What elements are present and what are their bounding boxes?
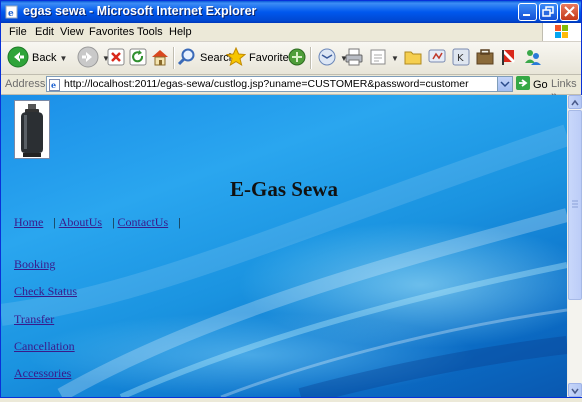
nav-separator: | [53,215,56,229]
messenger-button[interactable] [427,46,447,70]
chevron-down-icon[interactable]: ▼ [391,54,399,63]
go-arrow-icon [516,76,530,93]
vertical-scrollbar[interactable] [567,95,582,397]
top-nav: Home | AboutUs | ContactUs | [14,215,181,230]
windows-flag-icon [542,23,581,41]
side-link-item: Transfer [14,312,54,327]
printer-icon [344,47,364,70]
discuss-button[interactable] [403,46,423,70]
go-button[interactable]: Go [516,76,548,93]
research-button[interactable]: K [451,46,471,70]
address-input[interactable]: e http://localhost:2011/egas-sewa/custlo… [46,76,513,92]
menu-tools[interactable]: Tools [137,26,163,38]
stop-icon [106,47,126,70]
edit-page-icon [368,47,388,70]
tools-button[interactable] [475,46,495,70]
scroll-down-button[interactable] [568,383,582,397]
messenger-icon [427,47,447,70]
home-button[interactable] [150,46,170,70]
ie-page-icon: e [5,5,19,19]
restore-button[interactable] [539,3,558,21]
favorites-button[interactable]: Favorites [225,46,294,70]
svg-text:e: e [8,9,14,19]
address-bar: Address e http://localhost:2011/egas-sew… [1,75,581,102]
toolbar-separator [173,47,175,69]
forward-button[interactable]: ▼ [77,46,110,70]
check-status-link[interactable]: Check Status [14,284,77,298]
refresh-button[interactable] [128,46,148,70]
research-icon: K [451,47,471,70]
edit-button[interactable]: ▼ [368,46,399,70]
address-url: http://localhost:2011/egas-sewa/custlog.… [64,78,469,90]
side-link-item: Check Status [14,284,77,299]
page-content: E-Gas Sewa Home | AboutUs | ContactUs | Bo… [1,95,567,397]
nav-aboutus-link[interactable]: AboutUs [59,215,102,229]
back-label: Back [32,52,57,64]
folder-icon [403,47,423,70]
forward-arrow-icon [77,46,99,71]
cancellation-link[interactable]: Cancellation [14,339,75,353]
transfer-link[interactable]: Transfer [14,312,54,326]
svg-text:K: K [457,53,464,64]
gas-cylinder-image [14,100,50,159]
links-label: Links [551,78,577,90]
toolbox-icon [475,47,495,70]
menu-favorites[interactable]: Favorites [89,26,134,38]
title-bar[interactable]: e egas sewa - Microsoft Internet Explore… [1,1,581,23]
menu-bar: File Edit View Favorites Tools Help [1,23,581,42]
scroll-up-button[interactable] [568,95,582,109]
nav-contactus-link[interactable]: ContactUs [117,215,168,229]
toolbar-separator [310,47,312,69]
media-icon [287,47,307,70]
minimize-button[interactable] [518,3,537,21]
menu-file[interactable]: File [9,26,27,38]
flag-button[interactable] [499,46,519,70]
media-button[interactable] [287,46,307,70]
flag-icon [499,47,519,70]
standard-toolbar: Back ▼ ▼ Search Favorites ▼ ▼ K [1,42,581,75]
stop-button[interactable] [106,46,126,70]
refresh-icon [128,47,148,70]
chevron-down-icon[interactable]: ▼ [59,54,67,63]
home-icon [150,47,170,70]
back-button[interactable]: Back ▼ [7,46,67,70]
menu-help[interactable]: Help [169,26,192,38]
side-link-item: Booking [14,257,55,272]
search-icon [177,47,197,70]
close-button[interactable] [560,3,579,21]
accessories-link[interactable]: Accessories [14,366,71,380]
page-title: E-Gas Sewa [230,177,338,201]
back-arrow-icon [7,46,29,71]
nav-separator: | [112,215,115,229]
star-icon [225,46,247,70]
browser-window: e egas sewa - Microsoft Internet Explore… [0,0,582,398]
side-link-item: Accessories [14,366,71,381]
buddy-icon [523,47,543,70]
menu-view[interactable]: View [60,26,84,38]
address-label: Address [5,78,46,90]
side-link-item: Cancellation [14,339,75,354]
messenger-buddy-button[interactable] [523,46,543,70]
ie-page-icon: e [49,78,61,91]
address-dropdown-button[interactable] [497,77,512,91]
nav-home-link[interactable]: Home [14,215,43,229]
print-button[interactable] [344,46,364,70]
go-label: Go [533,78,548,91]
scroll-thumb[interactable] [568,110,582,300]
svg-text:e: e [51,80,56,90]
mail-icon [317,47,337,70]
nav-separator: | [178,215,181,229]
menu-edit[interactable]: Edit [35,26,54,38]
background-swoosh [1,124,567,397]
window-title: egas sewa - Microsoft Internet Explorer [23,4,257,18]
booking-link[interactable]: Booking [14,257,55,271]
